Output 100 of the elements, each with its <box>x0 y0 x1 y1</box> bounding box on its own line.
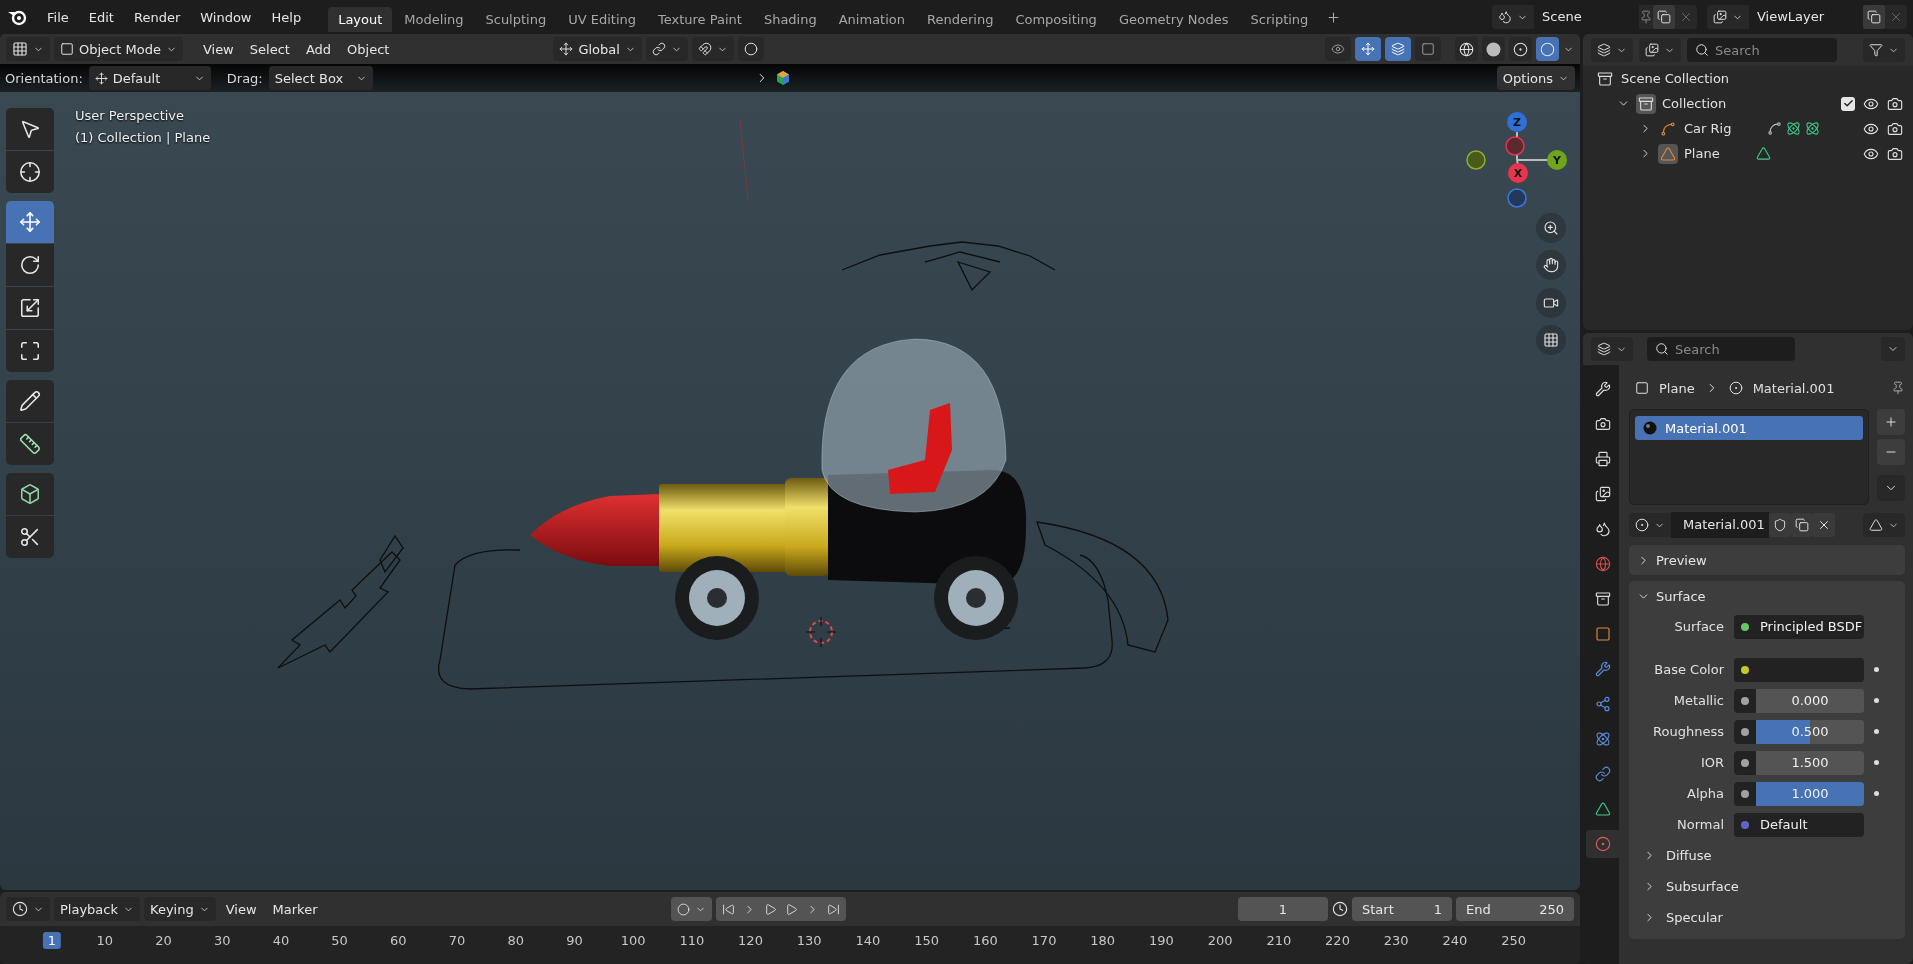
shading-button[interactable] <box>1509 37 1532 61</box>
socket-dot[interactable] <box>1741 622 1749 631</box>
view-layer-name-field[interactable]: ViewLayer <box>1749 5 1863 29</box>
workspace-tab[interactable]: Texture Paint <box>648 6 752 32</box>
menu-item[interactable]: Select <box>243 37 296 61</box>
options-dropdown[interactable] <box>1881 337 1905 361</box>
panel-header[interactable]: Preview <box>1656 552 1707 568</box>
keyframe-dot-icon[interactable] <box>1874 760 1879 765</box>
display-mode-button[interactable] <box>1591 38 1633 62</box>
tool-button[interactable] <box>6 287 54 329</box>
filter-button[interactable] <box>1863 38 1905 62</box>
pan-button[interactable] <box>1536 250 1566 280</box>
menu-item[interactable]: View <box>219 897 263 921</box>
workspace-tab[interactable]: Sculpting <box>475 6 557 32</box>
browse-material-button[interactable] <box>1629 513 1671 537</box>
tool-button[interactable] <box>6 380 54 422</box>
outliner-item[interactable]: Car Rig <box>1684 121 1732 136</box>
link-dropdown[interactable] <box>1863 513 1905 537</box>
orientation-dropdown[interactable]: Default <box>88 66 211 90</box>
proportional-button[interactable] <box>737 37 764 61</box>
search-field[interactable]: Search <box>1687 38 1837 62</box>
value-slider[interactable]: 1.000 <box>1756 781 1864 806</box>
transport-controls[interactable] <box>716 897 847 921</box>
number-field[interactable]: 1.500 <box>1734 750 1864 775</box>
record-button[interactable] <box>671 897 713 921</box>
value-slider[interactable]: 0.500 <box>1756 719 1864 744</box>
end-frame-field[interactable]: End 250 <box>1456 897 1574 921</box>
scene-name-field[interactable]: Scene <box>1534 5 1639 29</box>
new-view-layer-button[interactable] <box>1863 5 1885 29</box>
menu-item[interactable]: Add <box>299 37 338 61</box>
axis-handle[interactable]: Y <box>1547 150 1567 170</box>
zoom-button[interactable] <box>1536 213 1566 243</box>
keyframe-dot-icon[interactable] <box>1874 667 1879 672</box>
keyframe-dot-icon[interactable] <box>1874 729 1879 734</box>
visibility-toggle[interactable] <box>1325 37 1351 61</box>
socket-link-field[interactable]: Default <box>1734 812 1864 837</box>
subpanel-header[interactable]: Specular <box>1666 910 1723 925</box>
menu-dropdown[interactable]: Keying <box>144 897 216 921</box>
workspace-tab[interactable]: Geometry Nodes <box>1108 6 1239 32</box>
menu-item[interactable]: Object <box>341 37 396 61</box>
editor-type-button[interactable] <box>6 897 50 921</box>
shading-button[interactable] <box>1536 37 1559 61</box>
remove-slot-button[interactable] <box>1877 439 1905 465</box>
fake-user-button[interactable] <box>1769 513 1791 537</box>
options-dropdown[interactable]: Options <box>1496 66 1575 90</box>
mode-dropdown[interactable]: Object Mode <box>54 37 183 61</box>
axis-handle[interactable]: X <box>1508 163 1528 183</box>
workspace-tab[interactable]: Modeling <box>394 6 474 32</box>
search-field[interactable]: Search <box>1647 337 1795 361</box>
menu-item[interactable]: Edit <box>79 5 123 29</box>
gizmo-toggle[interactable] <box>1355 37 1381 61</box>
panel-header[interactable]: Surface <box>1656 588 1706 604</box>
pivot-dropdown[interactable] <box>645 37 688 61</box>
socket-dot[interactable] <box>1741 696 1749 705</box>
workspace-tab[interactable]: Layout <box>328 6 393 32</box>
workspace-tab[interactable]: UV Editing <box>558 6 646 32</box>
new-scene-button[interactable] <box>1653 5 1675 29</box>
material-slot[interactable]: Material.001 <box>1635 416 1863 440</box>
menu-item[interactable]: Window <box>191 5 261 29</box>
shading-button[interactable] <box>1455 37 1478 61</box>
drag-dropdown[interactable]: Select Box <box>268 66 373 90</box>
keyframe-dot-icon[interactable] <box>1874 791 1879 796</box>
keyframe-dot-icon[interactable] <box>1874 698 1879 703</box>
socket-dot[interactable] <box>1741 727 1749 736</box>
add-slot-button[interactable] <box>1877 409 1905 435</box>
menu-item[interactable]: Marker <box>266 897 324 921</box>
overlay-toggle[interactable] <box>1385 37 1411 61</box>
ortho-toggle-button[interactable] <box>1536 325 1566 355</box>
socket-dot[interactable] <box>1741 789 1749 798</box>
socket-link-field[interactable]: Principled BSDF <box>1734 614 1864 639</box>
socket-dot[interactable] <box>1741 820 1749 829</box>
tool-button[interactable] <box>6 151 54 193</box>
camera-view-button[interactable] <box>1536 288 1566 318</box>
socket-dot[interactable] <box>1741 758 1749 767</box>
editor-type-button[interactable] <box>1591 337 1633 361</box>
menu-item[interactable]: View <box>196 37 240 61</box>
checkbox[interactable] <box>1841 96 1855 111</box>
outliner-item[interactable]: Plane <box>1684 146 1720 161</box>
current-frame-field[interactable]: 1 <box>1238 897 1328 921</box>
editor-type-button[interactable] <box>6 37 50 61</box>
workspace-tab[interactable]: Animation <box>828 6 915 32</box>
app-logo-icon[interactable] <box>6 8 28 26</box>
subpanel-header[interactable]: Subsurface <box>1666 879 1739 894</box>
tool-button[interactable] <box>6 330 54 372</box>
workspace-tab[interactable]: Scripting <box>1240 6 1319 32</box>
material-name-field[interactable]: Material.001 <box>1671 512 1769 538</box>
axis-handle[interactable]: Z <box>1507 112 1527 132</box>
subpanel-header[interactable]: Diffuse <box>1666 848 1712 863</box>
color-field[interactable] <box>1734 657 1864 682</box>
outliner-item[interactable]: Collection <box>1662 96 1727 111</box>
start-frame-field[interactable]: Start 1 <box>1352 897 1452 921</box>
menu-item[interactable]: File <box>38 5 78 29</box>
orientation-dropdown[interactable]: Global <box>553 37 642 61</box>
menu-dropdown[interactable]: Playback <box>54 897 140 921</box>
outliner-item[interactable]: Scene Collection <box>1621 71 1730 86</box>
menu-item[interactable]: Render <box>124 5 190 29</box>
workspace-tab[interactable]: Shading <box>753 6 827 32</box>
filter-view-button[interactable] <box>1639 38 1681 62</box>
tool-button[interactable] <box>6 108 54 150</box>
xray-toggle[interactable] <box>1415 37 1441 61</box>
